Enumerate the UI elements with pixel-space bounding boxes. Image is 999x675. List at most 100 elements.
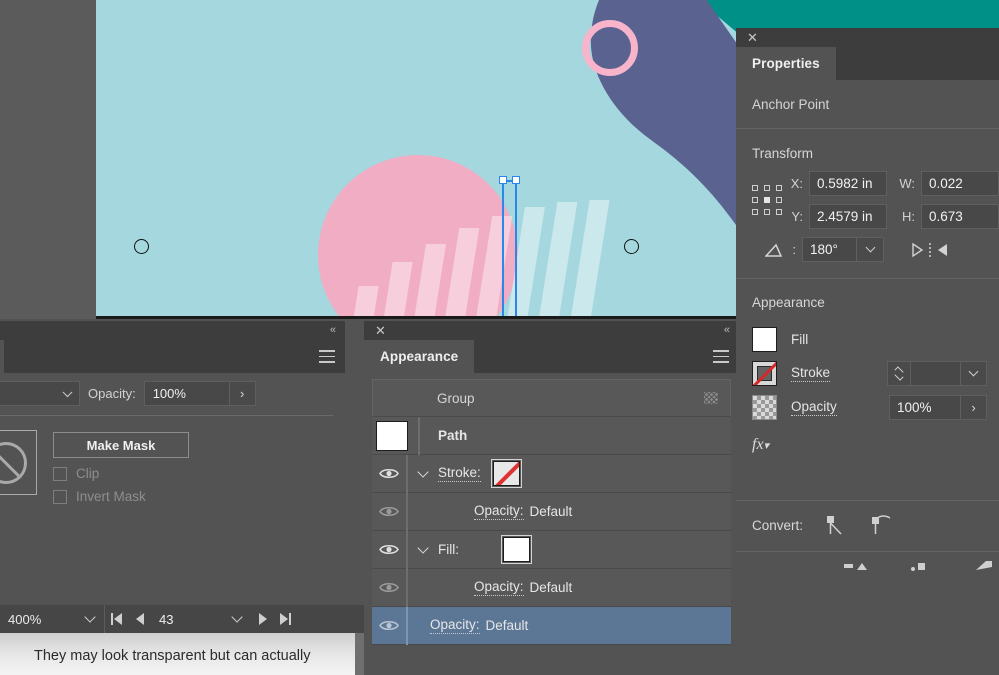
properties-tabstrip[interactable]: Properties [736, 47, 999, 80]
first-page-icon[interactable] [105, 605, 128, 633]
list-item[interactable]: Opacity: Default [372, 607, 731, 645]
checker-swatch[interactable] [752, 395, 777, 420]
bar-3[interactable] [414, 244, 446, 316]
list-item[interactable]: Path [372, 417, 731, 455]
selected-path[interactable] [501, 175, 523, 316]
x-input[interactable]: 0.5982 in [809, 171, 887, 196]
reference-point-grid-icon[interactable] [752, 185, 779, 215]
appearance-row-label[interactable]: Opacity: [474, 503, 524, 520]
list-item[interactable]: Group [372, 379, 731, 417]
opacity-label[interactable]: Opacity [791, 399, 837, 416]
effects-row[interactable]: fx▾ [736, 424, 999, 454]
list-item[interactable]: Opacity: Default [372, 569, 731, 607]
list-item[interactable]: Fill: [372, 531, 731, 569]
circle-marker-right[interactable] [624, 239, 639, 254]
stepper-icon[interactable] [887, 361, 911, 386]
close-icon[interactable]: ✕ [746, 31, 759, 44]
w-input[interactable]: 0.022 [921, 171, 999, 196]
appearance-row-label[interactable]: Stroke: [438, 465, 481, 482]
status-bar[interactable]: 400% 43 [0, 605, 364, 633]
chevron-down-icon[interactable] [857, 237, 884, 262]
anchor-point-handle-right[interactable] [512, 176, 520, 184]
none-stroke-swatch[interactable] [752, 361, 777, 386]
opacity-row[interactable]: Opacity 100% › [736, 390, 999, 424]
document-text-area[interactable]: They may look transparent but can actual… [0, 633, 364, 675]
clip-checkbox-row[interactable]: Clip [53, 466, 189, 481]
opacity-control[interactable]: 100% › [889, 395, 987, 420]
next-page-icon[interactable] [251, 605, 274, 633]
stroke-none-swatch[interactable] [493, 461, 520, 486]
bar-2[interactable] [383, 262, 412, 316]
previous-page-icon[interactable] [128, 605, 151, 633]
visibility-eye-icon[interactable] [372, 543, 406, 556]
rotation-angle-input[interactable]: 180° [802, 237, 857, 262]
invert-mask-checkbox[interactable] [53, 490, 67, 504]
bar-4[interactable] [445, 228, 480, 316]
handle-option-2-icon[interactable] [910, 558, 932, 572]
white-bars-group[interactable] [356, 200, 626, 316]
hamburger-menu-icon[interactable] [713, 350, 729, 363]
pink-ring-shape[interactable] [582, 20, 638, 76]
stroke-weight-input[interactable] [911, 361, 961, 386]
flip-vertical-icon[interactable] [935, 242, 948, 258]
opacity-input[interactable]: 100% [144, 381, 230, 406]
bar-7[interactable] [539, 202, 578, 316]
zoom-level-input[interactable]: 400% [0, 605, 76, 633]
fill-row[interactable]: Fill [736, 322, 999, 356]
tab-properties[interactable]: Properties [736, 47, 836, 80]
double-chevron-left-icon[interactable]: « [330, 324, 335, 337]
chevron-down-icon[interactable] [961, 361, 987, 386]
visibility-eye-icon[interactable] [372, 619, 406, 632]
vertical-scrollbar[interactable] [355, 633, 364, 675]
chevron-right-icon[interactable]: › [961, 395, 987, 420]
visibility-eye-icon[interactable] [372, 467, 406, 480]
visibility-eye-icon[interactable] [372, 581, 406, 594]
fill-white-swatch[interactable] [503, 537, 530, 562]
visibility-eye-icon[interactable] [372, 505, 406, 518]
bar-1[interactable] [353, 286, 378, 316]
appearance-row-label[interactable]: Opacity: [474, 579, 524, 596]
list-item[interactable]: Stroke: [372, 455, 731, 493]
close-icon[interactable]: ✕ [374, 324, 387, 337]
page-number-input[interactable]: 43 [151, 612, 223, 627]
blend-mode-select[interactable]: Normal [0, 381, 80, 406]
transparency-tabstrip[interactable]: Transparency [0, 340, 345, 373]
path-fill-thumbnail[interactable] [376, 421, 408, 451]
stroke-label[interactable]: Stroke [791, 365, 830, 382]
appearance-row-label[interactable]: Opacity: [430, 617, 480, 634]
appearance-tabstrip[interactable]: Appearance [364, 340, 739, 373]
make-mask-button[interactable]: Make Mask [53, 432, 189, 458]
convert-to-corner-icon[interactable] [825, 514, 847, 536]
transparency-panel[interactable]: « Transparency Normal Opacity: 100% › Ma… [0, 321, 345, 545]
effects-fx-icon[interactable]: fx [752, 436, 764, 453]
appearance-list[interactable]: Group Path Stroke: [364, 373, 739, 645]
page-dropdown-chevron-down-icon[interactable] [223, 605, 251, 633]
opacity-input[interactable]: 100% [889, 395, 961, 420]
stroke-weight-control[interactable] [887, 361, 987, 386]
stroke-row[interactable]: Stroke [736, 356, 999, 390]
disclosure-chevron-down-icon[interactable] [408, 546, 438, 554]
bar-8[interactable] [570, 200, 609, 316]
appearance-row-label[interactable]: Fill: [438, 542, 459, 557]
appearance-panel[interactable]: ✕ « Appearance Group Path [364, 321, 739, 675]
anchor-point-handle-left[interactable] [499, 176, 507, 184]
tab-appearance[interactable]: Appearance [364, 340, 474, 373]
zoom-dropdown-chevron-down-icon[interactable] [76, 605, 104, 633]
white-fill-swatch[interactable] [752, 327, 777, 352]
double-chevron-left-icon[interactable]: « [724, 324, 729, 337]
circle-marker-left[interactable] [134, 239, 149, 254]
disclosure-chevron-down-icon[interactable] [408, 470, 438, 478]
list-item[interactable]: Opacity: Default [372, 493, 731, 531]
convert-to-smooth-icon[interactable] [869, 514, 895, 536]
y-input[interactable]: 2.4579 in [809, 204, 887, 229]
handle-option-3-icon[interactable] [972, 558, 996, 572]
h-input[interactable]: 0.673 [921, 204, 999, 229]
tab-transparency[interactable]: Transparency [0, 340, 4, 373]
hamburger-menu-icon[interactable] [319, 350, 335, 363]
no-mask-icon[interactable] [0, 430, 37, 495]
last-page-icon[interactable] [274, 605, 297, 633]
clip-checkbox[interactable] [53, 467, 67, 481]
invert-mask-checkbox-row[interactable]: Invert Mask [53, 489, 189, 504]
handle-option-1-icon[interactable] [844, 558, 870, 572]
properties-panel[interactable]: ✕ Properties Anchor Point Transform X: 0… [736, 28, 999, 675]
